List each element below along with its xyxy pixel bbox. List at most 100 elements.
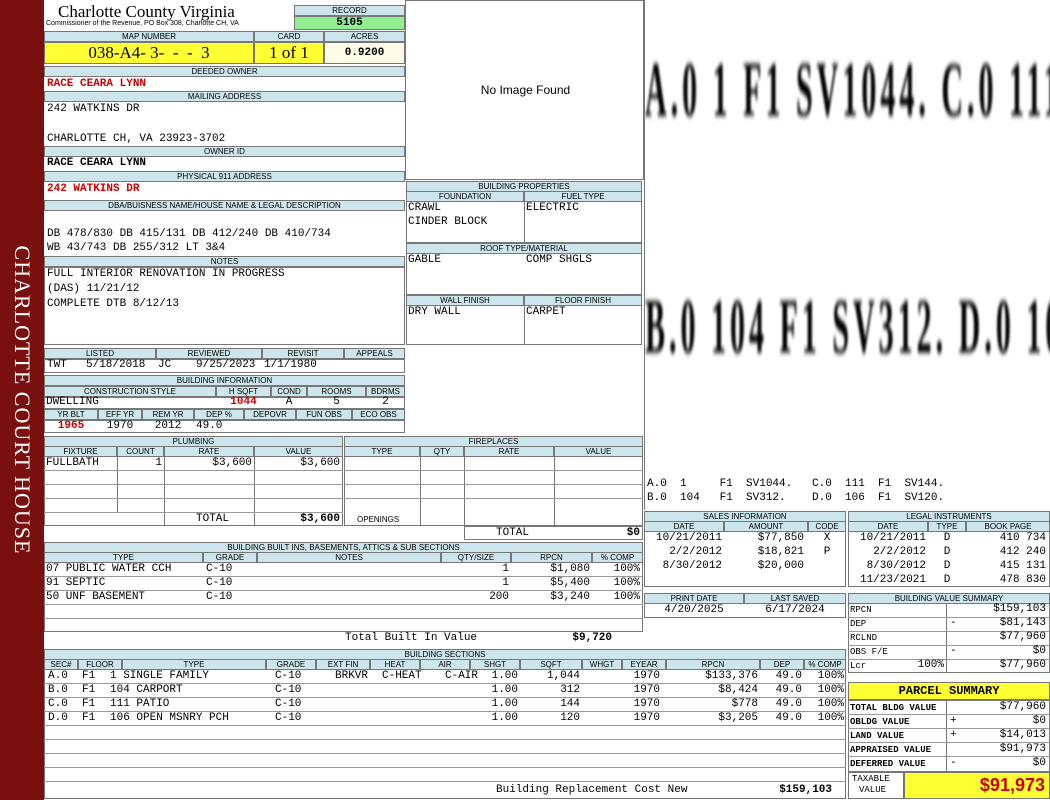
no-image-text: No Image Found (480, 83, 571, 97)
acres-label: ACRES (324, 31, 405, 42)
builtin-comp: 100% (613, 591, 640, 603)
rate-value: $3,600 (212, 457, 252, 469)
section-sqft: 144 (560, 698, 580, 710)
section-comp: 100% (817, 712, 844, 724)
sketch-legend2: B.0 104 F1 SV312. D.0 106 F1 SV120. (647, 492, 945, 504)
builtin-qty: 200 (489, 591, 509, 603)
builtin-type: 91 SEPTIC (46, 577, 106, 589)
instrument-date: 2/2/2012 (873, 546, 926, 558)
bdrms-value: 2 (382, 396, 389, 408)
builtin-grade: C-10 (206, 563, 233, 575)
tbv-value: $77,960 (999, 701, 1046, 713)
county-subtitle: Commissioner of the Revenue, PO Box 308,… (46, 20, 239, 27)
county-title: Charlotte County Virginia (58, 2, 235, 21)
notes-label: NOTES (44, 256, 405, 267)
section-type: 1 SINGLE FAMILY (110, 670, 210, 682)
tbv-label: TOTAL BLDG VALUE (850, 703, 937, 713)
section-sqft: 1,044 (546, 670, 580, 682)
notes-box: FULL INTERIOR RENOVATION IN PROGRESS (DA… (44, 267, 405, 345)
legal-desc-label: DBA/BUISNESS NAME/HOUSE NAME & LEGAL DES… (44, 200, 405, 211)
builtins-total-label: Total Built In Value (345, 632, 478, 644)
owner-id: RACE CEARA LYNN (47, 157, 147, 169)
map-label: MAP NUMBER (44, 31, 254, 42)
builtin-grade: C-10 (206, 591, 233, 603)
sketch-labels-row2: B.0 104 F1 SV312. D.0 106 F1 SV120. (645, 285, 1050, 371)
bvs-obs: $0 (1032, 645, 1046, 657)
instrument-date: 11/23/2021 (859, 574, 926, 586)
foundation2: CINDER BLOCK (408, 216, 488, 228)
cond-value: A (285, 396, 293, 408)
builtin-qty: 1 (502, 577, 509, 589)
builtin-comp: 100% (613, 563, 640, 575)
builtin-type: 50 UNF BASEMENT (46, 591, 146, 603)
sections-rule (44, 725, 846, 726)
section-grade: C-10 (275, 698, 302, 710)
listed-label: LISTED (44, 348, 156, 359)
hsqft-value: 1044 (230, 396, 257, 408)
section-type: 106 OPEN MSNRY PCH (110, 712, 229, 724)
section-grade: C-10 (275, 670, 302, 682)
sketch-labels-row1: A.0 1 F1 SV1044. C.0 111 F1 SV144. (645, 48, 1050, 134)
instrument-type: D (943, 532, 951, 544)
reviewed-by: JC (158, 359, 172, 371)
sale-date: 10/21/2011 (655, 532, 722, 544)
section-shgt: 1.00 (491, 698, 518, 710)
revisit-label: REVISIT (262, 348, 344, 359)
section-sec: D.0 (48, 712, 68, 724)
deferred-label: DEFERRED VALUE (850, 759, 926, 769)
effyr-value: 1970 (106, 420, 134, 432)
bvs-dep: $81,143 (999, 617, 1046, 629)
county-header: Charlotte County Virginia Commissioner o… (44, 0, 294, 31)
listed-by: TWT (47, 359, 67, 371)
section-dep: 49.0 (775, 698, 802, 710)
physical-label: PHYSICAL 911 ADDRESS (44, 171, 405, 182)
section-floor: F1 (82, 698, 96, 710)
section-type: 104 CARPORT (110, 684, 183, 696)
dep-value: 49.0 (196, 420, 223, 432)
record-number: 5105 (294, 16, 405, 30)
fixture-value: FULLBATH (46, 457, 99, 469)
builtin-rpcn: $3,240 (550, 591, 590, 603)
section-rpcn: $133,376 (705, 670, 758, 682)
fireplace-total-label: TOTAL (496, 527, 530, 539)
wall-value: DRY WALL (408, 306, 461, 318)
card-number: 1 of 1 (254, 42, 324, 64)
section-eyear: 1970 (633, 698, 660, 710)
land-value: $14,013 (999, 729, 1046, 741)
courthouse-title: CHARLOTTE COURT HOUSE (10, 245, 35, 555)
section-comp: 100% (817, 698, 844, 710)
instrument-type: D (943, 560, 951, 572)
bvs-rclnd-label: RCLND (850, 633, 878, 643)
sale-amount: $18,821 (757, 546, 804, 558)
h-funobs: FUN OBS (296, 409, 352, 420)
builtin-rpcn: $5,400 (550, 577, 590, 589)
record-label: RECORD (294, 5, 405, 16)
section-shgt: 1.00 (491, 712, 518, 724)
sidebar-banner: CHARLOTTE COURT HOUSE (0, 0, 44, 800)
builtin-comp: 100% (613, 577, 640, 589)
remyr-value: 2012 (154, 420, 182, 432)
section-floor: F1 (82, 670, 96, 682)
instrument-date: 8/30/2012 (866, 560, 926, 572)
section-eyear: 1970 (633, 712, 660, 724)
openings-label: OPENINGS (357, 515, 400, 524)
map-number: 038-A4- 3- - - 3 (44, 42, 254, 64)
section-type: 111 PATIO (110, 698, 170, 710)
bvs-obs-label: OBS F/E (850, 647, 888, 657)
h-effyr: EFF YR (98, 409, 142, 420)
bvs-rpcn-label: RPCN (850, 605, 872, 615)
section-shgt: 1.00 (491, 684, 518, 696)
foundation1: CRAWL (408, 202, 442, 214)
section-sec: A.0 (48, 670, 68, 682)
bvs-lcr-pct: 100% (917, 659, 944, 671)
sections-rule (44, 781, 846, 782)
instrument-book: 412 240 (999, 546, 1046, 558)
owner-id-label: OWNER ID (44, 146, 405, 157)
section-sqft: 312 (560, 684, 580, 696)
rooms-value: 5 (333, 396, 340, 408)
obv-value: $0 (1032, 715, 1046, 727)
legal-line1: DB 478/830 DB 415/131 DB 412/240 DB 410/… (47, 228, 331, 240)
sale-date: 2/2/2012 (669, 546, 722, 558)
section-eyear: 1970 (633, 670, 660, 682)
section-comp: 100% (817, 670, 844, 682)
